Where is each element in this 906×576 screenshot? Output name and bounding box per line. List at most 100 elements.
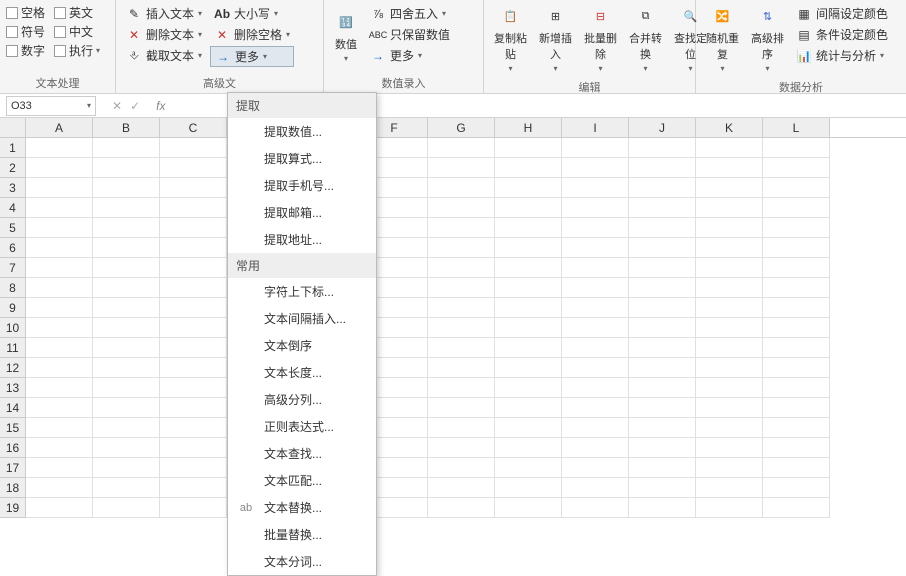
dropdown-item[interactable]: 正则表达式...: [228, 413, 376, 440]
cell[interactable]: [696, 498, 763, 518]
cell[interactable]: [495, 358, 562, 378]
cell[interactable]: [160, 438, 227, 458]
cell[interactable]: [629, 158, 696, 178]
cell[interactable]: [26, 258, 93, 278]
row-header[interactable]: 5: [0, 218, 26, 238]
cell[interactable]: [763, 298, 830, 318]
round-button[interactable]: ⅞四舍五入▾: [366, 4, 454, 23]
numeric-button[interactable]: 🔢 数值 ▾: [328, 2, 364, 71]
cell[interactable]: [26, 138, 93, 158]
cell[interactable]: [696, 178, 763, 198]
cell[interactable]: [160, 398, 227, 418]
cell[interactable]: [93, 438, 160, 458]
cell[interactable]: [26, 278, 93, 298]
cell[interactable]: [160, 318, 227, 338]
cell[interactable]: [93, 198, 160, 218]
cell[interactable]: [562, 158, 629, 178]
cell[interactable]: [495, 158, 562, 178]
cell[interactable]: [696, 478, 763, 498]
cell[interactable]: [562, 298, 629, 318]
cell[interactable]: [629, 418, 696, 438]
cell[interactable]: [495, 298, 562, 318]
cell[interactable]: [93, 218, 160, 238]
name-box[interactable]: O33 ▾: [6, 96, 96, 116]
dropdown-item[interactable]: 提取邮箱...: [228, 199, 376, 226]
cell[interactable]: [495, 198, 562, 218]
dropdown-item[interactable]: 文本倒序: [228, 332, 376, 359]
row-header[interactable]: 15: [0, 418, 26, 438]
cell[interactable]: [629, 458, 696, 478]
cell[interactable]: [562, 318, 629, 338]
cell[interactable]: [428, 478, 495, 498]
cell[interactable]: [763, 478, 830, 498]
cell[interactable]: [696, 238, 763, 258]
column-header[interactable]: H: [495, 118, 562, 137]
cell[interactable]: [763, 278, 830, 298]
checkbox[interactable]: [6, 45, 18, 57]
cell[interactable]: [495, 178, 562, 198]
cell[interactable]: [696, 358, 763, 378]
row-header[interactable]: 10: [0, 318, 26, 338]
cell[interactable]: [696, 318, 763, 338]
cell[interactable]: [495, 138, 562, 158]
cell[interactable]: [26, 418, 93, 438]
cell[interactable]: [160, 198, 227, 218]
column-header[interactable]: A: [26, 118, 93, 137]
dropdown-item[interactable]: 文本查找...: [228, 440, 376, 467]
cell[interactable]: [495, 398, 562, 418]
dropdown-item[interactable]: 提取手机号...: [228, 172, 376, 199]
case-button[interactable]: Ab大小写▾: [210, 4, 294, 23]
cell[interactable]: [26, 318, 93, 338]
cell[interactable]: [26, 478, 93, 498]
cell[interactable]: [93, 398, 160, 418]
cell[interactable]: [93, 138, 160, 158]
cell[interactable]: [160, 338, 227, 358]
cell[interactable]: [93, 258, 160, 278]
dropdown-item[interactable]: 文本分词...: [228, 548, 376, 575]
cell[interactable]: [629, 258, 696, 278]
cell[interactable]: [562, 138, 629, 158]
row-header[interactable]: 13: [0, 378, 26, 398]
shuffle-button[interactable]: 🔀随机重 复▾: [700, 2, 745, 75]
cell[interactable]: [160, 358, 227, 378]
cell[interactable]: [160, 138, 227, 158]
batch-delete-button[interactable]: ⊟批量删 除▾: [578, 2, 623, 75]
cell[interactable]: [93, 358, 160, 378]
dropdown-item[interactable]: 提取数值...: [228, 118, 376, 145]
row-header[interactable]: 18: [0, 478, 26, 498]
cell[interactable]: [26, 438, 93, 458]
new-insert-button[interactable]: ⊞新增插 入▾: [533, 2, 578, 75]
cell[interactable]: [26, 178, 93, 198]
cell[interactable]: [629, 478, 696, 498]
cell[interactable]: [160, 418, 227, 438]
color-interval-button[interactable]: ▦间隔设定颜色: [792, 4, 892, 23]
cell[interactable]: [428, 158, 495, 178]
dropdown-item[interactable]: 提取算式...: [228, 145, 376, 172]
cell[interactable]: [93, 418, 160, 438]
cell[interactable]: [696, 278, 763, 298]
dropdown-item[interactable]: 字符上下标...: [228, 278, 376, 305]
cell[interactable]: [160, 258, 227, 278]
more-button[interactable]: →更多▾: [210, 46, 294, 67]
row-header[interactable]: 4: [0, 198, 26, 218]
cell[interactable]: [160, 498, 227, 518]
cell[interactable]: [160, 458, 227, 478]
cell[interactable]: [629, 358, 696, 378]
cell[interactable]: [160, 218, 227, 238]
row-header[interactable]: 8: [0, 278, 26, 298]
cell[interactable]: [26, 378, 93, 398]
cell[interactable]: [93, 498, 160, 518]
cell[interactable]: [763, 178, 830, 198]
column-header[interactable]: I: [562, 118, 629, 137]
column-header[interactable]: K: [696, 118, 763, 137]
row-header[interactable]: 3: [0, 178, 26, 198]
cell[interactable]: [160, 478, 227, 498]
checkbox[interactable]: [54, 7, 66, 19]
row-header[interactable]: 6: [0, 238, 26, 258]
cell[interactable]: [763, 138, 830, 158]
cell[interactable]: [495, 218, 562, 238]
cell[interactable]: [26, 338, 93, 358]
column-header[interactable]: J: [629, 118, 696, 137]
cell[interactable]: [495, 338, 562, 358]
dropdown-item[interactable]: 文本间隔插入...: [228, 305, 376, 332]
